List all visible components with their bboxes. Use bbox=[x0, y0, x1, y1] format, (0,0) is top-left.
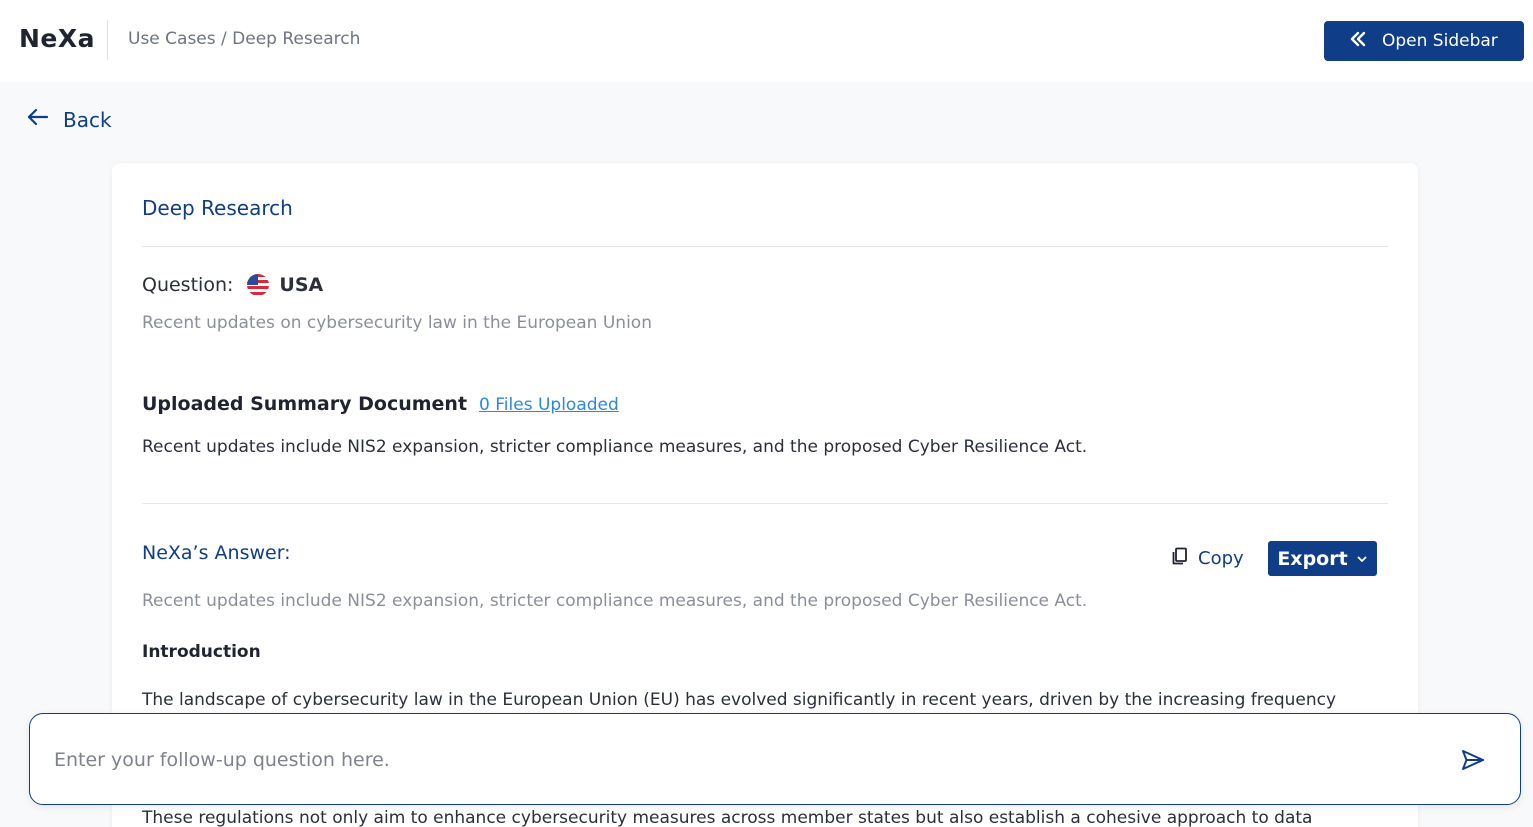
breadcrumb-use-cases[interactable]: Use Cases bbox=[128, 29, 216, 49]
question-country-label: USA bbox=[279, 274, 324, 296]
open-sidebar-button[interactable]: Open Sidebar bbox=[1324, 21, 1524, 61]
app-logo: NeXa bbox=[19, 24, 96, 53]
breadcrumb: Use Cases / Deep Research bbox=[128, 29, 360, 49]
question-label: Question: bbox=[142, 274, 234, 296]
export-dropdown-button[interactable]: Export bbox=[1268, 541, 1377, 576]
us-flag-icon bbox=[247, 274, 270, 296]
breadcrumb-deep-research: Deep Research bbox=[232, 29, 361, 49]
chevron-down-icon bbox=[1356, 548, 1368, 570]
chevrons-left-icon bbox=[1348, 29, 1368, 54]
introduction-heading: Introduction bbox=[142, 642, 261, 662]
question-text: Recent updates on cybersecurity law in t… bbox=[142, 313, 652, 333]
copy-icon bbox=[1170, 546, 1190, 571]
uploaded-summary-title: Uploaded Summary Document bbox=[142, 393, 468, 415]
answer-summary: Recent updates include NIS2 expansion, s… bbox=[142, 591, 1088, 611]
back-label: Back bbox=[63, 107, 112, 132]
export-label: Export bbox=[1277, 547, 1348, 570]
breadcrumb-separator: / bbox=[221, 29, 227, 49]
divider bbox=[142, 503, 1388, 504]
answer-paragraph: These regulations not only aim to enhanc… bbox=[142, 808, 1313, 827]
back-button[interactable]: Back bbox=[25, 104, 112, 135]
answer-paragraph: The landscape of cybersecurity law in th… bbox=[142, 690, 1337, 710]
follow-up-input[interactable] bbox=[54, 742, 1434, 778]
uploaded-summary-text: Recent updates include NIS2 expansion, s… bbox=[142, 437, 1088, 457]
answer-title: NeXa’s Answer: bbox=[142, 542, 291, 564]
uploaded-summary-row: Uploaded Summary Document 0 Files Upload… bbox=[142, 393, 619, 415]
files-uploaded-link[interactable]: 0 Files Uploaded bbox=[479, 395, 619, 415]
arrow-left-icon bbox=[25, 104, 51, 135]
question-country: USA bbox=[247, 274, 323, 296]
copy-label: Copy bbox=[1198, 548, 1244, 569]
question-row: Question: USA bbox=[142, 274, 323, 296]
header-divider bbox=[107, 20, 108, 60]
send-icon[interactable] bbox=[1460, 747, 1486, 773]
divider bbox=[142, 246, 1388, 247]
follow-up-box bbox=[29, 713, 1521, 805]
top-bar: NeXa Use Cases / Deep Research Open Side… bbox=[0, 0, 1533, 82]
copy-button[interactable]: Copy bbox=[1170, 546, 1244, 571]
open-sidebar-label: Open Sidebar bbox=[1382, 31, 1498, 51]
card-title: Deep Research bbox=[142, 196, 293, 220]
